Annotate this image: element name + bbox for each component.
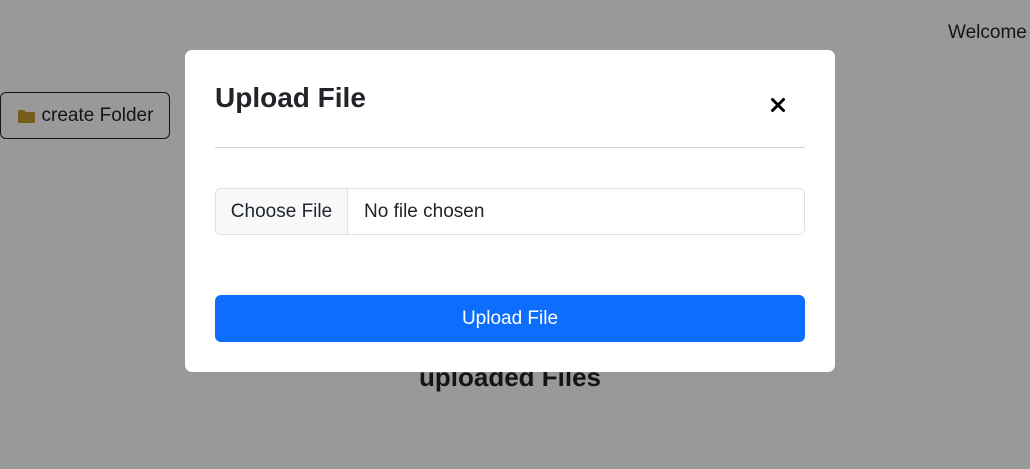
choose-file-button[interactable]: Choose File [216, 189, 348, 234]
modal-divider [215, 147, 805, 148]
upload-file-button[interactable]: Upload File [215, 295, 805, 342]
modal-title: Upload File [215, 82, 366, 113]
file-status-text: No file chosen [364, 200, 485, 222]
file-input[interactable]: Choose File No file chosen [215, 188, 805, 235]
close-icon [770, 97, 786, 118]
upload-file-modal: Upload File Choose File No file chosen U… [185, 50, 835, 372]
close-button[interactable] [765, 94, 791, 120]
